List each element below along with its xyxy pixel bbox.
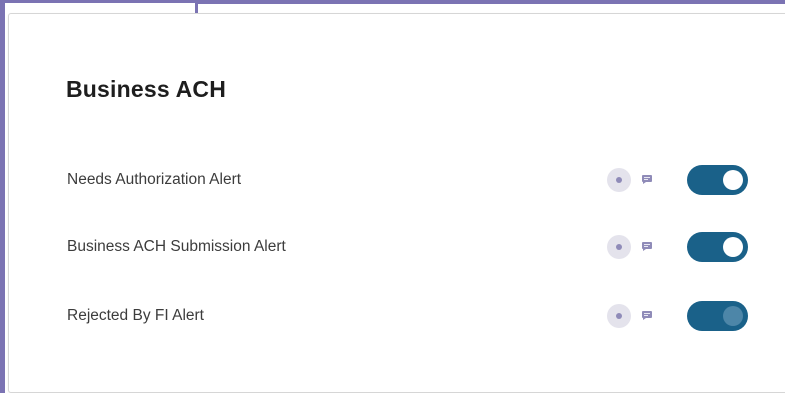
frame-top-edge xyxy=(197,0,785,4)
frame-left-edge xyxy=(0,0,5,393)
alert-row-rejected-by-fi: Rejected By FI Alert xyxy=(66,297,766,337)
alert-row-ach-submission: Business ACH Submission Alert xyxy=(66,228,766,268)
alert-toggle[interactable] xyxy=(687,232,748,262)
alert-label: Business ACH Submission Alert xyxy=(67,238,286,255)
alert-label: Needs Authorization Alert xyxy=(67,171,242,188)
alert-toggle[interactable] xyxy=(687,165,748,195)
business-ach-card: Business ACH Needs Authorization Alert B… xyxy=(8,13,785,393)
email-icon[interactable] xyxy=(607,304,631,328)
email-icon[interactable] xyxy=(607,168,631,192)
alert-row-needs-authorization: Needs Authorization Alert xyxy=(66,161,766,201)
frame-top-edge xyxy=(0,0,197,3)
sms-icon[interactable] xyxy=(642,242,652,251)
email-icon[interactable] xyxy=(607,235,631,259)
toggle-knob xyxy=(723,306,743,326)
alert-toggle[interactable] xyxy=(687,301,748,331)
toggle-knob xyxy=(723,170,743,190)
frame-divider xyxy=(195,0,198,13)
alert-label: Rejected By FI Alert xyxy=(67,307,204,324)
page: Business ACH Needs Authorization Alert B… xyxy=(0,0,785,393)
section-title: Business ACH xyxy=(66,76,227,102)
toggle-knob xyxy=(723,237,743,257)
sms-icon[interactable] xyxy=(642,175,652,184)
sms-icon[interactable] xyxy=(642,311,652,320)
